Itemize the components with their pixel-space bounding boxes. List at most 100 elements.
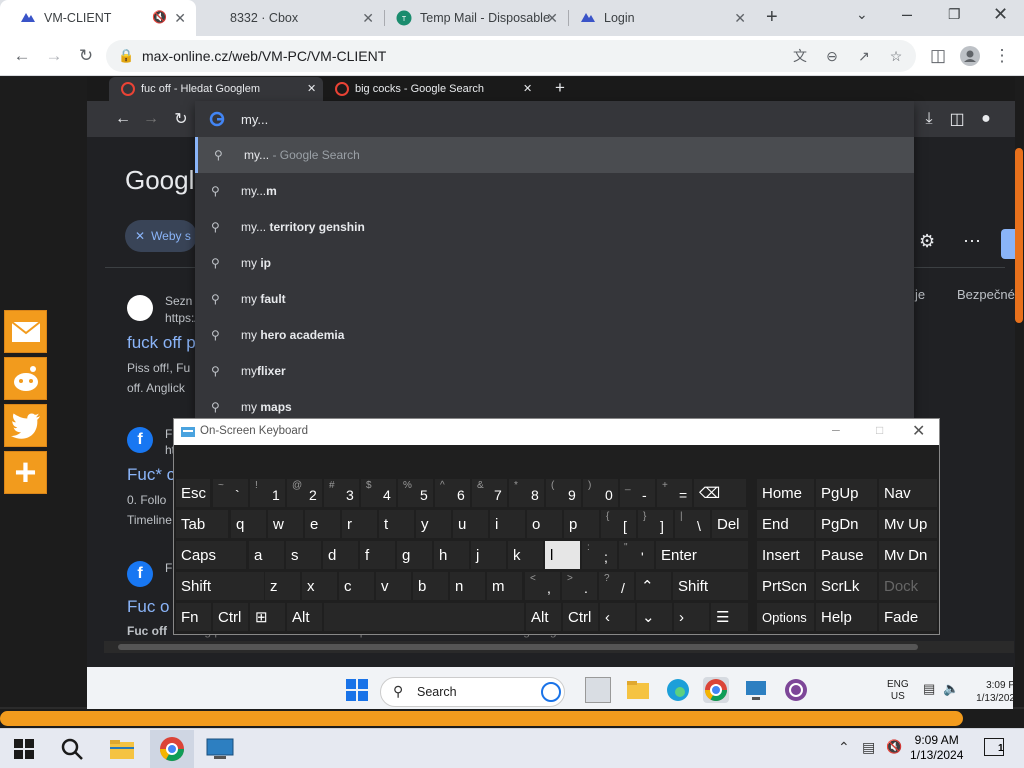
remove-chip-icon[interactable]: ✕	[135, 229, 145, 243]
result-url[interactable]: https:/	[165, 311, 198, 325]
tab-search-button[interactable]: ⌄	[856, 6, 868, 23]
remote-back-button[interactable]: ←	[113, 109, 133, 129]
close-tab-icon[interactable]: ✕	[523, 82, 532, 95]
key-t[interactable]: t	[379, 510, 414, 538]
edge-icon[interactable]	[665, 677, 691, 703]
key-bracket[interactable]: | \	[675, 510, 710, 538]
audio-muted-icon[interactable]: 🔇	[152, 10, 167, 24]
lock-icon[interactable]: 🔒	[118, 48, 134, 64]
page-scrollbar[interactable]	[1015, 148, 1023, 323]
key-bracket[interactable]: }]	[638, 510, 673, 538]
key-tab[interactable]: Tab	[176, 510, 228, 538]
profile-avatar[interactable]	[958, 44, 982, 68]
remote-omnibox[interactable]: my...	[195, 101, 914, 137]
key-windows[interactable]: ⊞	[250, 603, 285, 631]
bookmark-star-icon[interactable]: ☆	[886, 46, 906, 66]
key-arrow-down[interactable]: ⌄	[637, 603, 672, 631]
key-fn[interactable]: Fn	[176, 603, 211, 631]
filter-chip[interactable]: ✕ Weby s	[125, 220, 197, 252]
key-d[interactable]: d	[323, 541, 358, 569]
remote-desktop-icon[interactable]	[743, 677, 769, 703]
key-u[interactable]: u	[453, 510, 488, 538]
new-tab-button[interactable]: +	[766, 6, 778, 29]
key-c[interactable]: c	[339, 572, 374, 600]
key-f[interactable]: f	[360, 541, 395, 569]
key-j[interactable]: j	[471, 541, 506, 569]
back-button[interactable]: ←	[10, 44, 34, 68]
key-5[interactable]: $4	[361, 479, 396, 507]
key-pause[interactable]: Pause	[816, 541, 877, 569]
key-4[interactable]: #3	[324, 479, 359, 507]
key-insert[interactable]: Insert	[757, 541, 814, 569]
key-punct[interactable]: ? /	[599, 572, 634, 600]
remote-download-icon[interactable]: ⤓	[919, 109, 939, 129]
key-s[interactable]: s	[286, 541, 321, 569]
suggestion-item[interactable]: ⚲ myflixer	[195, 353, 914, 389]
suggestion-item[interactable]: ⚲ my...m	[195, 173, 914, 209]
file-explorer-icon[interactable]	[108, 735, 136, 763]
key-dock[interactable]: Dock	[879, 572, 937, 600]
key-fade[interactable]: Fade	[879, 603, 937, 631]
key-arrow-up[interactable]: ⌃	[636, 572, 671, 600]
remote-tab-fuc-off[interactable]: fuc off - Hledat Googlem ✕	[109, 77, 323, 101]
remote-reload-button[interactable]: ↻	[171, 109, 191, 129]
restore-button[interactable]: ❐	[948, 6, 961, 23]
share-icon[interactable]: ↗	[854, 46, 874, 66]
key-o[interactable]: o	[527, 510, 562, 538]
key-m[interactable]: m	[487, 572, 522, 600]
host-tab-cbox[interactable]: 8332 · Cbox ✕	[196, 0, 385, 36]
key-8[interactable]: & 7	[472, 479, 507, 507]
key-quote[interactable]: " '	[619, 541, 654, 569]
key-e[interactable]: e	[305, 510, 340, 538]
key-11[interactable]: ) 0	[583, 479, 618, 507]
osk-title-bar[interactable]: On-Screen Keyboard – □ ✕	[174, 419, 939, 445]
key-enter[interactable]: Enter	[656, 541, 748, 569]
close-window-button[interactable]: ✕	[993, 4, 1008, 25]
tor-browser-icon[interactable]	[783, 677, 809, 703]
google-logo[interactable]: Googl	[125, 165, 194, 196]
remote-horizontal-scrollbar[interactable]	[104, 641, 1014, 653]
key-del[interactable]: Del	[712, 510, 748, 538]
key-a[interactable]: a	[249, 541, 284, 569]
key-z[interactable]: z	[265, 572, 300, 600]
key-12[interactable]: _ -	[620, 479, 655, 507]
key-arrow-left[interactable]: ‹	[600, 603, 635, 631]
key-pgdn[interactable]: PgDn	[816, 510, 877, 538]
remote-forward-button[interactable]: →	[141, 109, 161, 129]
more-share-button[interactable]: +	[4, 451, 47, 494]
notification-center-icon[interactable]: 1	[984, 738, 1004, 756]
side-panel-icon[interactable]: ◫	[926, 44, 950, 68]
remote-clock[interactable]: 3:09 P 1/13/202	[955, 679, 1015, 705]
email-share-button[interactable]	[4, 310, 47, 353]
forward-button[interactable]: →	[42, 44, 66, 68]
network-icon[interactable]: ▤	[923, 681, 935, 697]
key-alt-right[interactable]: Alt	[526, 603, 561, 631]
file-explorer-icon[interactable]	[625, 677, 651, 703]
key-mv-dn[interactable]: Mv Dn	[879, 541, 937, 569]
key-esc[interactable]: Esc	[176, 479, 210, 507]
result-title-link[interactable]: Fuc o	[127, 597, 170, 617]
reddit-share-button[interactable]	[4, 357, 47, 400]
remote-side-panel-icon[interactable]: ◫	[947, 109, 967, 129]
key-help[interactable]: Help	[816, 603, 877, 631]
language-indicator[interactable]: ENG US	[887, 679, 909, 703]
key-n[interactable]: n	[450, 572, 485, 600]
remote-desktop-icon[interactable]	[206, 735, 234, 763]
suggestion-item[interactable]: ⚲ my ip	[195, 245, 914, 281]
zoom-out-icon[interactable]: ⊖	[822, 46, 842, 66]
key-1[interactable]: ~ `	[213, 479, 248, 507]
key-scrlk[interactable]: ScrLk	[816, 572, 877, 600]
search-icon[interactable]	[58, 735, 86, 763]
windows-start-icon[interactable]	[344, 677, 370, 703]
key-punct[interactable]: <,	[525, 572, 560, 600]
key-arrow-right[interactable]: ›	[674, 603, 709, 631]
key-7[interactable]: ^ 6	[435, 479, 470, 507]
suggestion-item[interactable]: ⚲ my... territory genshin	[195, 209, 914, 245]
key-q[interactable]: q	[231, 510, 266, 538]
bing-icon[interactable]	[541, 682, 561, 702]
key-nav[interactable]: Nav	[879, 479, 937, 507]
close-tab-icon[interactable]: ✕	[546, 10, 558, 27]
safe-search-tab[interactable]: Bezpečné	[957, 287, 1015, 302]
key-end[interactable]: End	[757, 510, 814, 538]
key-x[interactable]: x	[302, 572, 337, 600]
